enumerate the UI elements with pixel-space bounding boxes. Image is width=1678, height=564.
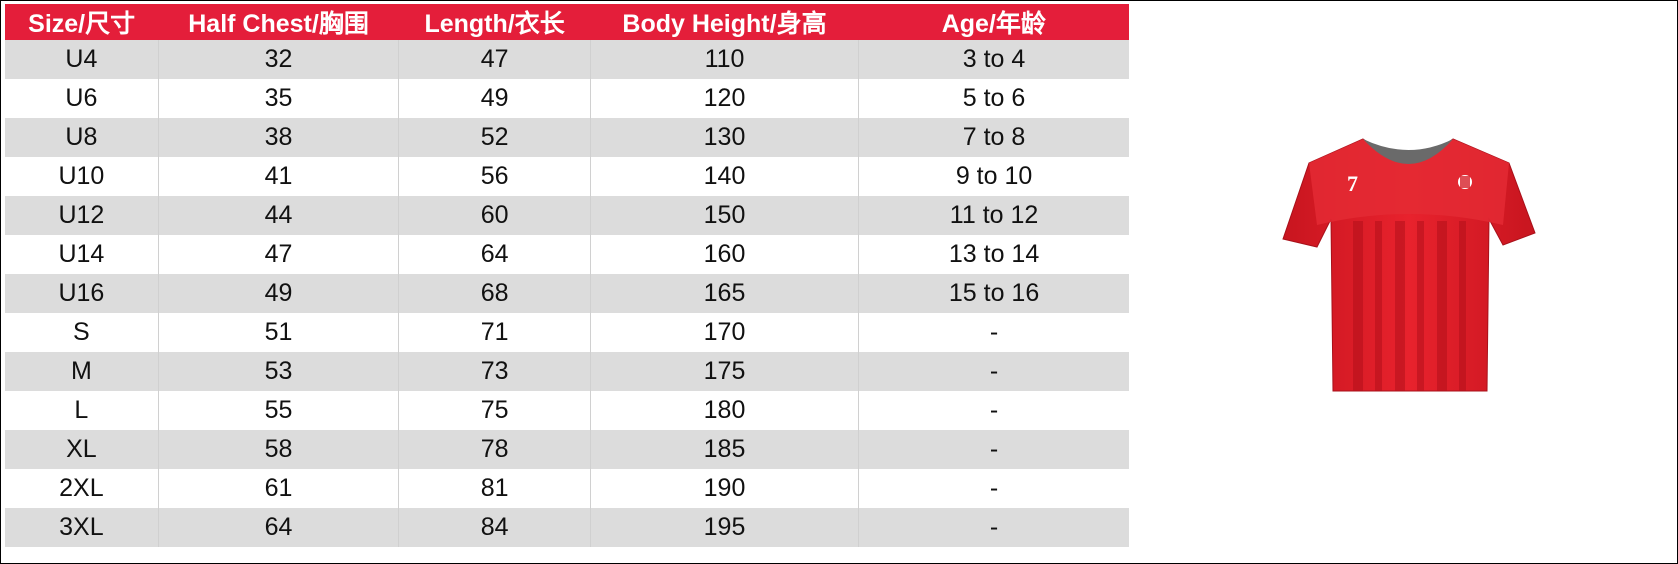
cell-half-chest: 38 [157, 118, 399, 157]
cell-size: L [5, 391, 159, 430]
cell-length: 81 [398, 469, 591, 508]
cell-half-chest: 44 [157, 196, 399, 235]
cell-age: - [858, 430, 1129, 469]
cell-age: - [858, 469, 1129, 508]
cell-body-height: 160 [589, 235, 859, 274]
cell-half-chest: 49 [157, 274, 399, 313]
table-body: U4 32 47 110 3 to 4 U6 35 49 120 5 to 6 U8 38 52 130 7… [5, 40, 1129, 547]
cell-body-height: 195 [589, 508, 859, 547]
cell-size: S [5, 313, 159, 352]
jersey-number: 7 [1347, 171, 1358, 196]
header-size: Size/尺寸 [5, 4, 159, 40]
table-row: U16 49 68 165 15 to 16 [5, 274, 1129, 313]
cell-age: 11 to 12 [858, 196, 1129, 235]
cell-half-chest: 58 [157, 430, 399, 469]
cell-body-height: 190 [589, 469, 859, 508]
cell-length: 47 [398, 40, 591, 79]
cell-size: 2XL [5, 469, 159, 508]
cell-body-height: 170 [589, 313, 859, 352]
cell-length: 64 [398, 235, 591, 274]
table-header-row: Size/尺寸 Half Chest/胸围 Length/衣长 Body Hei… [5, 4, 1129, 40]
table-row: XL 58 78 185- [5, 430, 1129, 469]
cell-length: 73 [398, 352, 591, 391]
cell-half-chest: 32 [157, 40, 399, 79]
cell-half-chest: 64 [157, 508, 399, 547]
jersey-illustration: 7 [1271, 129, 1541, 399]
table-row: M 53 73 175- [5, 352, 1129, 391]
cell-body-height: 165 [589, 274, 859, 313]
table-row: U4 32 47 110 3 to 4 [5, 40, 1129, 79]
cell-size: U4 [5, 40, 159, 79]
cell-age: - [858, 352, 1129, 391]
table-row: U14 47 64 160 13 to 14 [5, 235, 1129, 274]
cell-body-height: 180 [589, 391, 859, 430]
cell-age: - [858, 313, 1129, 352]
cell-size: U14 [5, 235, 159, 274]
cell-length: 68 [398, 274, 591, 313]
cell-size: XL [5, 430, 159, 469]
size-chart-table: Size/尺寸 Half Chest/胸围 Length/衣长 Body Hei… [5, 4, 1129, 547]
cell-length: 75 [398, 391, 591, 430]
cell-age: 9 to 10 [858, 157, 1129, 196]
table-row: 3XL 64 84 195- [5, 508, 1129, 547]
cell-body-height: 130 [589, 118, 859, 157]
size-chart-frame: Size/尺寸 Half Chest/胸围 Length/衣长 Body Hei… [0, 0, 1678, 564]
cell-body-height: 175 [589, 352, 859, 391]
table-row: L 55 75 180- [5, 391, 1129, 430]
cell-length: 78 [398, 430, 591, 469]
cell-length: 49 [398, 79, 591, 118]
cell-size: M [5, 352, 159, 391]
cell-half-chest: 55 [157, 391, 399, 430]
cell-body-height: 185 [589, 430, 859, 469]
cell-half-chest: 53 [157, 352, 399, 391]
jersey-icon: 7 [1282, 138, 1536, 392]
table-row: U12 44 60 150 11 to 12 [5, 196, 1129, 235]
cell-length: 52 [398, 118, 591, 157]
cell-body-height: 150 [589, 196, 859, 235]
crest-icon [1458, 175, 1472, 189]
cell-half-chest: 61 [157, 469, 399, 508]
cell-size: U12 [5, 196, 159, 235]
table-row: U10 41 56 140 9 to 10 [5, 157, 1129, 196]
cell-age: 15 to 16 [858, 274, 1129, 313]
cell-half-chest: 47 [157, 235, 399, 274]
cell-size: U16 [5, 274, 159, 313]
cell-half-chest: 35 [157, 79, 399, 118]
header-half-chest: Half Chest/胸围 [158, 4, 399, 40]
cell-length: 60 [398, 196, 591, 235]
header-body-height: Body Height/身高 [590, 4, 859, 40]
cell-age: 3 to 4 [858, 40, 1129, 79]
cell-half-chest: 51 [157, 313, 399, 352]
cell-length: 56 [398, 157, 591, 196]
cell-body-height: 110 [589, 40, 859, 79]
header-length: Length/衣长 [398, 4, 591, 40]
cell-length: 71 [398, 313, 591, 352]
table-row: U8 38 52 130 7 to 8 [5, 118, 1129, 157]
cell-body-height: 140 [589, 157, 859, 196]
cell-half-chest: 41 [157, 157, 399, 196]
table-row: S 51 71 170- [5, 313, 1129, 352]
cell-age: 13 to 14 [858, 235, 1129, 274]
cell-size: U10 [5, 157, 159, 196]
cell-size: 3XL [5, 508, 159, 547]
table-row: 2XL 61 81 190- [5, 469, 1129, 508]
cell-size: U8 [5, 118, 159, 157]
cell-age: - [858, 391, 1129, 430]
cell-age: 5 to 6 [858, 79, 1129, 118]
cell-body-height: 120 [589, 79, 859, 118]
table-row: U6 35 49 120 5 to 6 [5, 79, 1129, 118]
cell-length: 84 [398, 508, 591, 547]
cell-age: 7 to 8 [858, 118, 1129, 157]
cell-size: U6 [5, 79, 159, 118]
cell-age: - [858, 508, 1129, 547]
header-age: Age/年龄 [858, 4, 1129, 40]
